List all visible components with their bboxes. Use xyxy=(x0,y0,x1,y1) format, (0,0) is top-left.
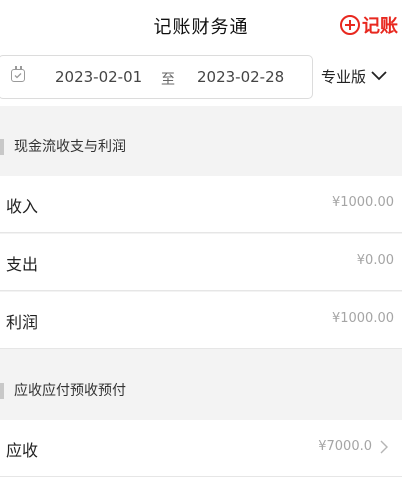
add-record-button[interactable]: 记账 xyxy=(340,12,398,38)
list-item-receivable[interactable]: 应收 ¥7000.0 xyxy=(0,420,402,477)
calendar-check-icon xyxy=(11,66,25,82)
chevron-right-icon xyxy=(380,439,388,458)
chevron-down-icon xyxy=(370,68,388,86)
end-date: 2023-02-28 xyxy=(197,68,285,86)
date-range-picker[interactable]: 2023-02-01 至 2023-02-28 xyxy=(0,55,313,99)
row-value: ¥1000.00 xyxy=(331,195,394,210)
section-title: 应收应付预收预付 xyxy=(14,383,126,399)
section-marker xyxy=(0,383,4,399)
date-separator: 至 xyxy=(161,72,175,88)
version-dropdown[interactable]: 专业版 xyxy=(321,66,388,87)
section-marker xyxy=(0,139,4,155)
row-label: 应收 xyxy=(6,441,39,460)
row-label: 利润 xyxy=(6,313,39,332)
section-header-cashflow: 现金流收支与利润 xyxy=(0,118,402,174)
row-label: 收入 xyxy=(6,197,39,216)
plus-circle-icon xyxy=(340,15,360,35)
app-header: 记账财务通 记账 xyxy=(0,0,402,50)
start-date: 2023-02-01 xyxy=(55,68,143,86)
version-label: 专业版 xyxy=(321,68,367,86)
row-label: 支出 xyxy=(6,255,39,274)
row-value: ¥7000.0 xyxy=(318,439,372,454)
row-value: ¥0.00 xyxy=(356,253,394,268)
list-item-income[interactable]: 收入 ¥1000.00 xyxy=(0,176,402,233)
section-header-receivables: 应收应付预收预付 xyxy=(0,362,402,418)
section-title: 现金流收支与利润 xyxy=(14,139,126,155)
list-item-expense[interactable]: 支出 ¥0.00 xyxy=(0,234,402,291)
add-record-label: 记账 xyxy=(362,16,398,37)
row-value: ¥1000.00 xyxy=(331,311,394,326)
list-item-profit[interactable]: 利润 ¥1000.00 xyxy=(0,292,402,349)
filter-bar: 2023-02-01 至 2023-02-28 专业版 xyxy=(0,50,402,106)
